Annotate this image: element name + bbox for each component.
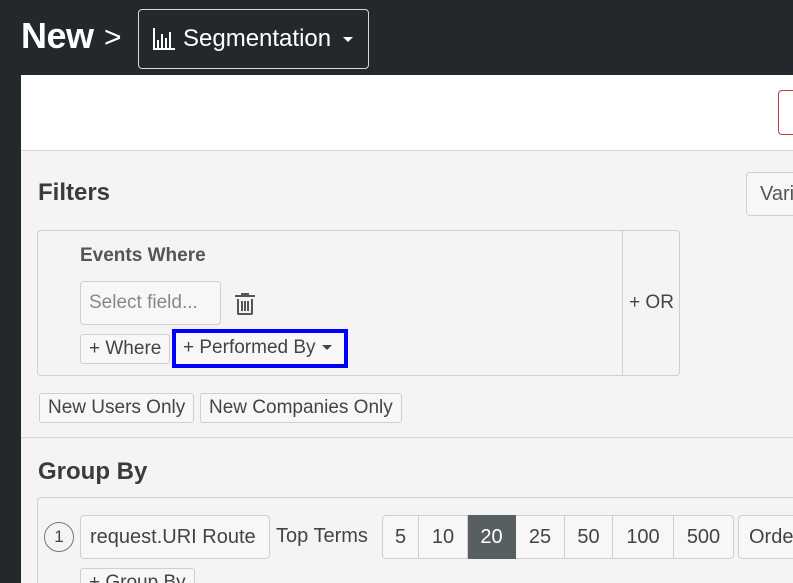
- term-option-10[interactable]: 10: [419, 515, 468, 559]
- events-where-label: Events Where: [80, 245, 206, 266]
- order-button[interactable]: Orde: [738, 515, 793, 559]
- variation-button[interactable]: Vari: [746, 172, 793, 216]
- select-field-input[interactable]: Select field...: [80, 281, 221, 325]
- term-option-25[interactable]: 25: [516, 515, 565, 559]
- add-where-button[interactable]: + Where: [80, 334, 171, 364]
- top-terms-toggle: 5 10 20 25 50 100 500: [382, 515, 734, 559]
- term-option-50[interactable]: 50: [565, 515, 613, 559]
- filter-group: Events Where Select field... + Where + P…: [37, 230, 680, 376]
- breadcrumb-separator: >: [104, 21, 122, 54]
- term-option-5[interactable]: 5: [382, 515, 419, 559]
- query-panel: Filters Vari Events Where Select field..…: [21, 151, 793, 583]
- group-field-selector[interactable]: request.URI Route: [80, 515, 270, 559]
- or-button[interactable]: + OR: [622, 231, 680, 375]
- add-group-by-button[interactable]: + Group By: [80, 568, 195, 583]
- group-index-badge: 1: [44, 522, 74, 552]
- chevron-down-icon: [343, 36, 354, 42]
- new-users-only-button[interactable]: New Users Only: [39, 393, 195, 423]
- section-divider: [21, 437, 793, 438]
- toolbar-action-button[interactable]: [778, 90, 793, 135]
- segmentation-dropdown[interactable]: Segmentation: [138, 9, 369, 69]
- page-title: New: [21, 15, 94, 56]
- group-by-heading: Group By: [38, 458, 148, 485]
- term-option-20[interactable]: 20: [468, 515, 516, 559]
- top-toolbar: [21, 75, 793, 151]
- chevron-down-icon: [321, 345, 332, 351]
- trash-icon[interactable]: [235, 293, 255, 315]
- new-companies-only-button[interactable]: New Companies Only: [200, 393, 402, 423]
- term-option-100[interactable]: 100: [613, 515, 674, 559]
- bar-chart-icon: [153, 28, 175, 50]
- top-terms-label: Top Terms: [276, 525, 368, 547]
- performed-by-label: + Performed By: [183, 337, 316, 358]
- term-option-500[interactable]: 500: [674, 515, 734, 559]
- segmentation-label: Segmentation: [183, 25, 332, 52]
- performed-by-button[interactable]: + Performed By: [172, 329, 348, 368]
- filters-heading: Filters: [38, 179, 111, 206]
- group-by-row: 1 request.URI Route Top Terms 5 10 20 25…: [37, 497, 793, 583]
